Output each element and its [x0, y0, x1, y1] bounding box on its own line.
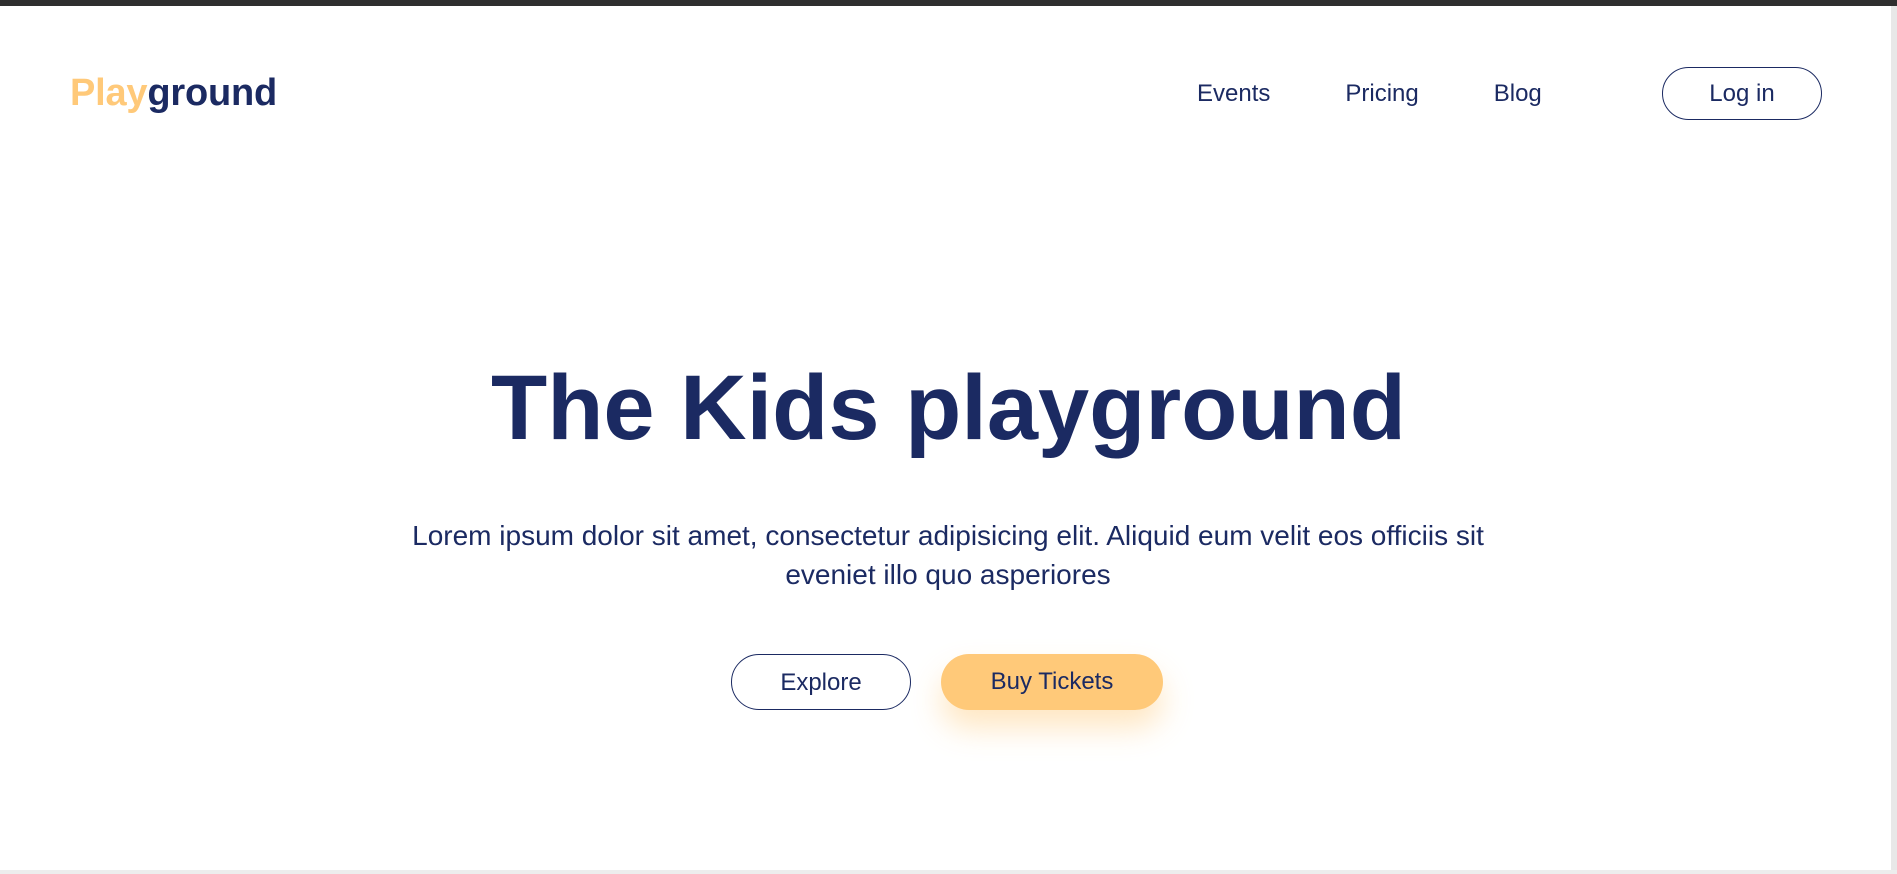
nav-link-pricing[interactable]: Pricing: [1345, 76, 1418, 112]
nav-link-events[interactable]: Events: [1197, 76, 1270, 112]
logo-part-play: Play: [70, 72, 148, 114]
buy-tickets-button[interactable]: Buy Tickets: [941, 654, 1163, 710]
cta-buttons: Explore Buy Tickets: [0, 652, 1897, 712]
bottom-edge: [0, 870, 1897, 874]
explore-button[interactable]: Explore: [731, 654, 911, 710]
logo[interactable]: Playground: [70, 70, 277, 116]
logo-part-ground: ground: [147, 72, 278, 114]
site-header: Playground Events Pricing Blog Log in: [0, 0, 1897, 190]
main-nav: Events Pricing Blog: [1197, 76, 1542, 112]
hero-title: The Kids playground: [491, 357, 1406, 459]
nav-link-blog[interactable]: Blog: [1494, 76, 1542, 112]
hero-description: Lorem ipsum dolor sit amet, consectetur …: [412, 520, 1484, 590]
login-button[interactable]: Log in: [1662, 67, 1822, 120]
